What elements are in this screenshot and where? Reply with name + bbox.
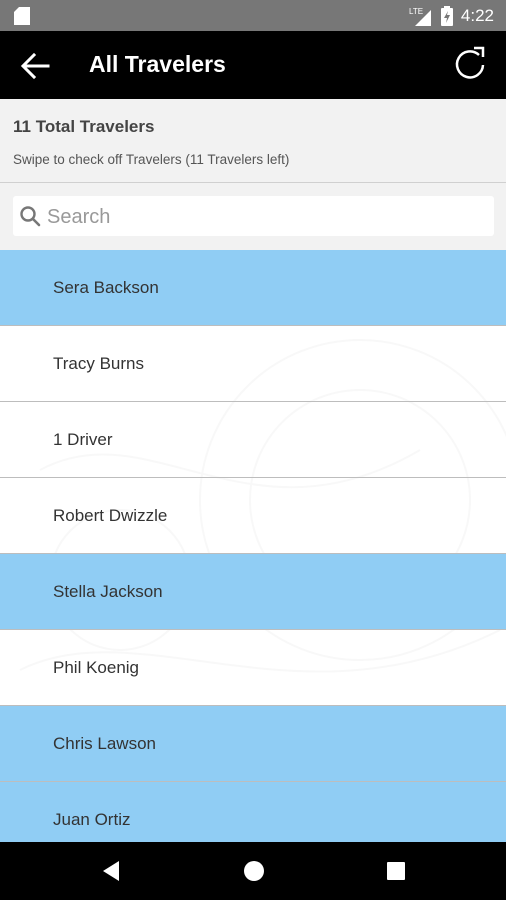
lte-signal-icon: LTE <box>409 7 431 26</box>
page-title: All Travelers <box>89 51 226 77</box>
traveler-name: 1 Driver <box>53 430 113 449</box>
search-bar <box>0 183 506 250</box>
home-circle-icon[interactable] <box>240 857 268 885</box>
sd-card-icon <box>14 7 30 25</box>
traveler-name: Sera Backson <box>53 278 159 297</box>
traveler-row-4[interactable]: Stella Jackson <box>0 554 506 630</box>
traveler-name: Stella Jackson <box>53 582 163 601</box>
traveler-row-5[interactable]: Phil Koenig <box>0 630 506 706</box>
traveler-list: Sera Backson Tracy Burns 1 Driver Robert… <box>0 250 506 842</box>
status-icons: LTE 4:22 <box>409 4 494 28</box>
search-input[interactable] <box>45 202 489 232</box>
traveler-name: Chris Lawson <box>53 734 156 753</box>
arrow-left-icon[interactable] <box>18 49 52 83</box>
traveler-row-6[interactable]: Chris Lawson <box>0 706 506 782</box>
traveler-row-7[interactable]: Juan Ortiz <box>0 782 506 842</box>
refresh-icon[interactable] <box>450 44 490 84</box>
search-icon <box>20 206 41 227</box>
app-bar: All Travelers <box>0 31 506 99</box>
traveler-summary: 11 Total Travelers Swipe to check off Tr… <box>0 99 506 183</box>
recents-square-icon[interactable] <box>382 857 410 885</box>
traveler-row-1[interactable]: Tracy Burns <box>0 326 506 402</box>
status-time: 4:22 <box>460 6 494 25</box>
total-travelers-label: 11 Total Travelers <box>13 117 155 136</box>
svg-text:LTE: LTE <box>409 7 423 16</box>
traveler-row-0[interactable]: Sera Backson <box>0 250 506 326</box>
back-triangle-icon[interactable] <box>98 857 126 885</box>
battery-icon <box>440 6 453 26</box>
traveler-row-3[interactable]: Robert Dwizzle <box>0 478 506 554</box>
swipe-hint: Swipe to check off Travelers (11 Travele… <box>13 152 290 167</box>
system-nav-bar <box>0 842 506 900</box>
traveler-name: Phil Koenig <box>53 658 140 677</box>
traveler-row-2[interactable]: 1 Driver <box>0 402 506 478</box>
traveler-name: Juan Ortiz <box>53 810 131 829</box>
traveler-name: Robert Dwizzle <box>53 506 168 525</box>
search-box[interactable] <box>13 196 494 236</box>
traveler-name: Tracy Burns <box>53 354 145 373</box>
status-bar: LTE 4:22 <box>0 0 506 31</box>
